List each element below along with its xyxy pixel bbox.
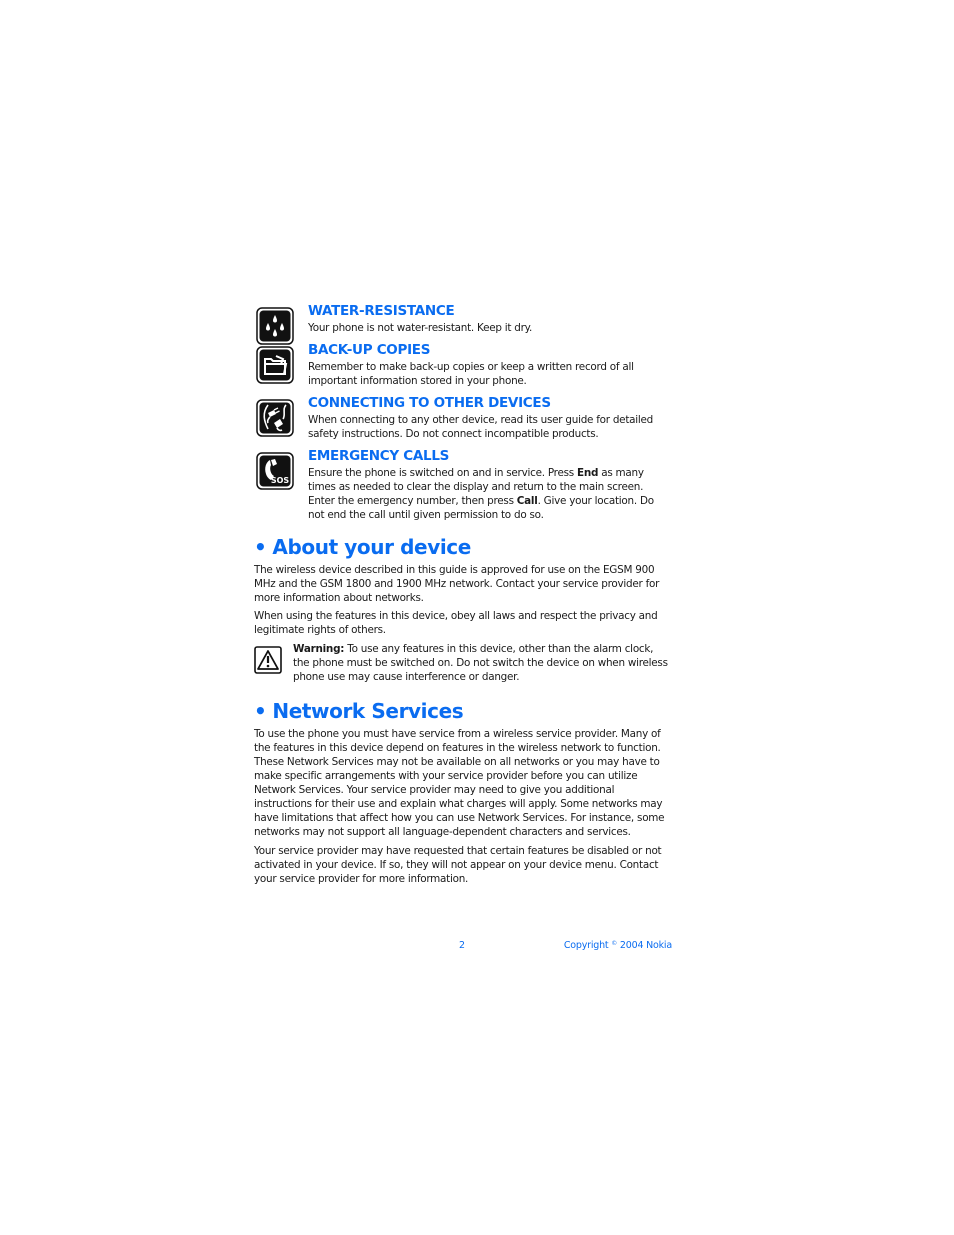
copyright-notice: Copyright © 2004 Nokia xyxy=(564,940,672,951)
warning-triangle-icon xyxy=(254,646,284,676)
safety-title: WATER-RESISTANCE xyxy=(308,303,455,319)
svg-text:SOS: SOS xyxy=(271,476,290,485)
bullet: • xyxy=(254,699,267,723)
warning-text: Warning: To use any features in this dev… xyxy=(293,642,672,684)
heading-text: About your device xyxy=(272,535,471,559)
safety-text: When connecting to any other device, rea… xyxy=(308,414,654,440)
document-page: WATER-RESISTANCE Your phone is not water… xyxy=(254,302,672,886)
page-footer: 2 Copyright © 2004 Nokia xyxy=(254,940,672,954)
call-key-label: Call xyxy=(516,495,538,507)
safety-text: Ensure the phone is switched on and in s… xyxy=(308,466,672,522)
safety-text: Remember to make back-up copies or keep … xyxy=(308,361,634,387)
safety-item-backup-copies: BACK-UP COPIES Remember to make back-up … xyxy=(254,341,672,388)
paragraph: The wireless device described in this gu… xyxy=(254,564,660,604)
warning-note: Warning: To use any features in this dev… xyxy=(254,642,672,684)
safety-title: BACK-UP COPIES xyxy=(308,342,431,358)
text-fragment: Copyright xyxy=(563,940,612,951)
safety-item-emergency-calls: SOS EMERGENCY CALLS Ensure the phone is … xyxy=(254,447,672,522)
safety-item-connecting-devices: CONNECTING TO OTHER DEVICES When connect… xyxy=(254,394,672,441)
text-fragment: Ensure the phone is switched on and in s… xyxy=(308,467,577,479)
paragraph: When using the features in this device, … xyxy=(254,610,658,636)
sos-phone-icon: SOS xyxy=(256,452,294,490)
text-fragment: To use any features in this device, othe… xyxy=(293,643,668,683)
bullet: • xyxy=(254,535,267,559)
folder-icon xyxy=(256,346,294,384)
paragraph: To use the phone you must have service f… xyxy=(254,728,665,838)
safety-title: CONNECTING TO OTHER DEVICES xyxy=(308,395,551,411)
warning-label: Warning: xyxy=(293,643,345,655)
section-heading: • About your device xyxy=(254,534,672,560)
plug-cable-icon xyxy=(256,399,294,437)
section-network-services: • Network Services To use the phone you m… xyxy=(254,698,672,886)
section-about-device: • About your device The wireless device d… xyxy=(254,534,672,684)
safety-item-water-resistance: WATER-RESISTANCE Your phone is not water… xyxy=(254,302,672,345)
paragraph: Your service provider may have requested… xyxy=(254,845,662,885)
end-key-label: End xyxy=(576,467,599,479)
safety-title: EMERGENCY CALLS xyxy=(308,448,450,464)
water-drops-icon xyxy=(256,307,294,345)
section-heading: • Network Services xyxy=(254,698,672,724)
safety-text: Your phone is not water-resistant. Keep … xyxy=(308,322,533,334)
page-number: 2 xyxy=(459,940,466,951)
text-fragment: 2004 Nokia xyxy=(617,940,672,951)
heading-text: Network Services xyxy=(272,699,464,723)
